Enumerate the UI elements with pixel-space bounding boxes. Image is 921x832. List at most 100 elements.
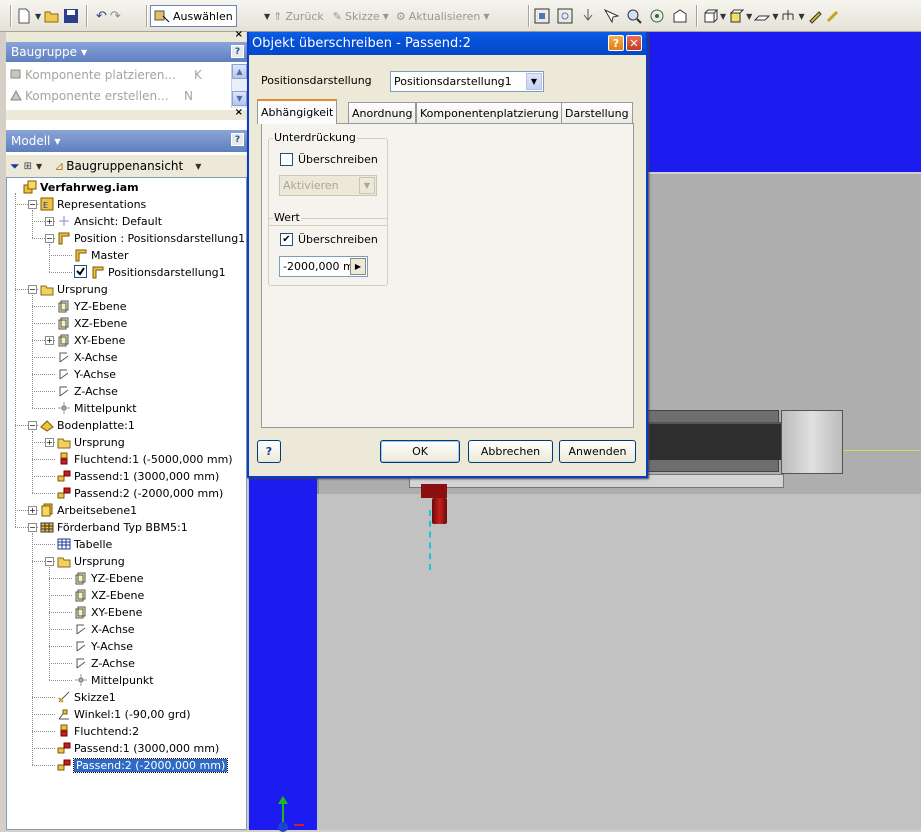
suppression-override-checkbox[interactable]: Überschreiben xyxy=(280,153,378,166)
camera-icon[interactable] xyxy=(780,8,796,24)
tree-node[interactable]: Master xyxy=(74,247,129,263)
create-component-item[interactable]: Komponente erstellen... N xyxy=(10,86,193,106)
sketch-button[interactable]: Skizze xyxy=(345,10,380,23)
ground-shadow-icon[interactable] xyxy=(754,8,771,24)
collapse-icon[interactable]: − xyxy=(28,523,37,532)
tree-node[interactable]: Passend:1 (3000,000 mm) xyxy=(57,468,219,484)
assembly-scrollbar[interactable]: ▲ ▼ xyxy=(231,64,247,108)
expand-icon[interactable]: + xyxy=(28,506,37,515)
tree-node[interactable]: X-Achse xyxy=(74,621,135,637)
help-icon[interactable]: ? xyxy=(231,133,244,146)
tree-node[interactable]: Z-Achse xyxy=(57,383,118,399)
tree-node[interactable]: Winkel:1 (-90,00 grd) xyxy=(57,706,191,722)
place-component-item[interactable]: Komponente platzieren... K xyxy=(10,65,202,85)
tree-node[interactable]: XY-Ebene xyxy=(57,332,125,348)
tree-node[interactable]: Y-Achse xyxy=(57,366,116,382)
zoom-window-icon[interactable] xyxy=(557,8,573,24)
tree-node[interactable]: Tabelle xyxy=(57,536,112,552)
update-button[interactable]: Aktualisieren xyxy=(409,10,481,23)
chevron-down-icon[interactable]: ▼ xyxy=(772,12,778,21)
tree-node[interactable]: YZ-Ebene xyxy=(74,570,143,586)
ok-button[interactable]: OK xyxy=(380,440,460,463)
model-panel-title[interactable]: Modell ▼ ? xyxy=(6,130,247,152)
style-icon[interactable] xyxy=(825,8,841,24)
tree-node[interactable]: Ursprung xyxy=(40,281,108,297)
undo-icon[interactable]: ↶ xyxy=(96,9,107,24)
chevron-down-icon[interactable]: ▼ xyxy=(483,12,489,21)
color-icon[interactable] xyxy=(807,8,823,24)
dialog-title-bar[interactable]: Objekt überschreiben - Passend:2 ? ✕ xyxy=(249,32,646,55)
chevron-down-icon[interactable]: ▼ xyxy=(798,12,804,21)
tree-node[interactable]: YZ-Ebene xyxy=(57,298,126,314)
chevron-down-icon[interactable]: ▼ xyxy=(264,12,270,21)
panel-gripper[interactable]: × xyxy=(6,29,247,42)
redo-icon[interactable]: ↷ xyxy=(110,9,121,24)
tree-node[interactable]: Fluchtend:1 (-5000,000 mm) xyxy=(57,451,233,467)
tree-node[interactable]: Mittelpunkt xyxy=(74,672,154,688)
chevron-down-icon[interactable]: ▼ xyxy=(35,12,41,21)
collapse-icon[interactable]: − xyxy=(45,234,54,243)
tree-node[interactable]: XZ-Ebene xyxy=(57,315,127,331)
close-icon[interactable]: ✕ xyxy=(626,35,642,51)
tree-node[interactable]: Positionsdarstellung1 xyxy=(74,264,226,280)
tree-node[interactable]: Z-Achse xyxy=(74,655,135,671)
new-file-icon[interactable] xyxy=(16,8,32,24)
assembly-panel-title[interactable]: Baugruppe ▼ ? xyxy=(6,42,247,62)
tab-arrangement[interactable]: Anordnung xyxy=(348,102,417,123)
tab-component-placement[interactable]: Komponentenplatzierung xyxy=(416,102,563,123)
tree-node[interactable]: XZ-Ebene xyxy=(74,587,144,603)
chevron-down-icon[interactable]: ▼ xyxy=(36,162,42,171)
value-override-checkbox[interactable]: ✔ Überschreiben xyxy=(280,233,378,246)
tree-node[interactable]: X-Achse xyxy=(57,349,118,365)
assembly-view-dropdown[interactable]: ⊿ Baugruppenansicht ▼ xyxy=(54,159,201,173)
save-icon[interactable] xyxy=(63,8,79,24)
panel-gripper[interactable]: × xyxy=(6,107,247,120)
look-at-icon[interactable] xyxy=(672,8,688,24)
tree-node[interactable]: Position : Positionsdarstellung1 xyxy=(57,230,245,246)
close-icon[interactable]: × xyxy=(235,107,243,118)
pan-icon[interactable] xyxy=(603,8,620,24)
tab-display[interactable]: Darstellung xyxy=(561,102,633,123)
tree-view-icon[interactable]: ⊞ xyxy=(24,161,32,172)
tree-node[interactable]: Ursprung xyxy=(57,553,125,569)
collapse-icon[interactable]: − xyxy=(28,421,37,430)
rotate-icon[interactable] xyxy=(649,8,665,24)
tree-node[interactable]: Y-Achse xyxy=(74,638,133,654)
scroll-down-icon[interactable]: ▼ xyxy=(232,91,247,106)
expand-icon[interactable]: + xyxy=(45,217,54,226)
tree-node[interactable]: Förderband Typ BBM5:1 xyxy=(40,519,188,535)
tree-node[interactable]: Passend:1 (3000,000 mm) xyxy=(57,740,219,756)
tab-constraint[interactable]: Abhängigkeit xyxy=(257,99,338,124)
tree-node[interactable]: Ursprung xyxy=(57,434,125,450)
zoom-all-icon[interactable] xyxy=(534,8,550,24)
tree-node[interactable]: E Representations xyxy=(40,196,146,212)
scroll-up-icon[interactable]: ▲ xyxy=(232,64,247,79)
play-arrow-icon[interactable]: ▶ xyxy=(350,258,366,275)
chevron-down-icon[interactable]: ▼ xyxy=(383,12,389,21)
chevron-down-icon[interactable]: ▼ xyxy=(746,12,752,21)
chevron-down-icon[interactable]: ▼ xyxy=(720,12,726,21)
display-mode-icon[interactable] xyxy=(702,8,719,24)
select-button[interactable]: Auswählen xyxy=(150,5,237,27)
position-representation-select[interactable]: Positionsdarstellung1 ▼ xyxy=(390,71,544,92)
collapse-icon[interactable]: − xyxy=(28,200,37,209)
checkbox-checked-icon[interactable] xyxy=(74,265,88,279)
tree-node[interactable]: Passend:2 (-2000,000 mm) xyxy=(57,757,229,773)
back-button[interactable]: Zurück xyxy=(285,10,323,23)
open-folder-icon[interactable] xyxy=(44,8,60,24)
apply-button[interactable]: Anwenden xyxy=(559,440,636,463)
expand-icon[interactable]: + xyxy=(45,438,54,447)
filter-icon[interactable]: ⏷ xyxy=(10,159,20,174)
help-icon[interactable]: ? xyxy=(231,45,244,58)
tree-node[interactable]: XY-Ebene xyxy=(74,604,142,620)
shaded-mode-icon[interactable] xyxy=(728,8,745,24)
tree-node[interactable]: Verfahrweg.iam xyxy=(23,179,139,195)
tree-node[interactable]: Passend:2 (-2000,000 mm) xyxy=(57,485,223,501)
tree-node[interactable]: Arbeitsebene1 xyxy=(40,502,137,518)
expand-icon[interactable]: + xyxy=(45,336,54,345)
help-icon[interactable]: ? xyxy=(608,35,624,51)
tree-node[interactable]: Mittelpunkt xyxy=(57,400,137,416)
dialog-help-button[interactable]: ? xyxy=(257,440,281,463)
cancel-button[interactable]: Abbrechen xyxy=(468,440,553,463)
value-input[interactable]: -2000,000 mr ▶ xyxy=(279,256,368,277)
